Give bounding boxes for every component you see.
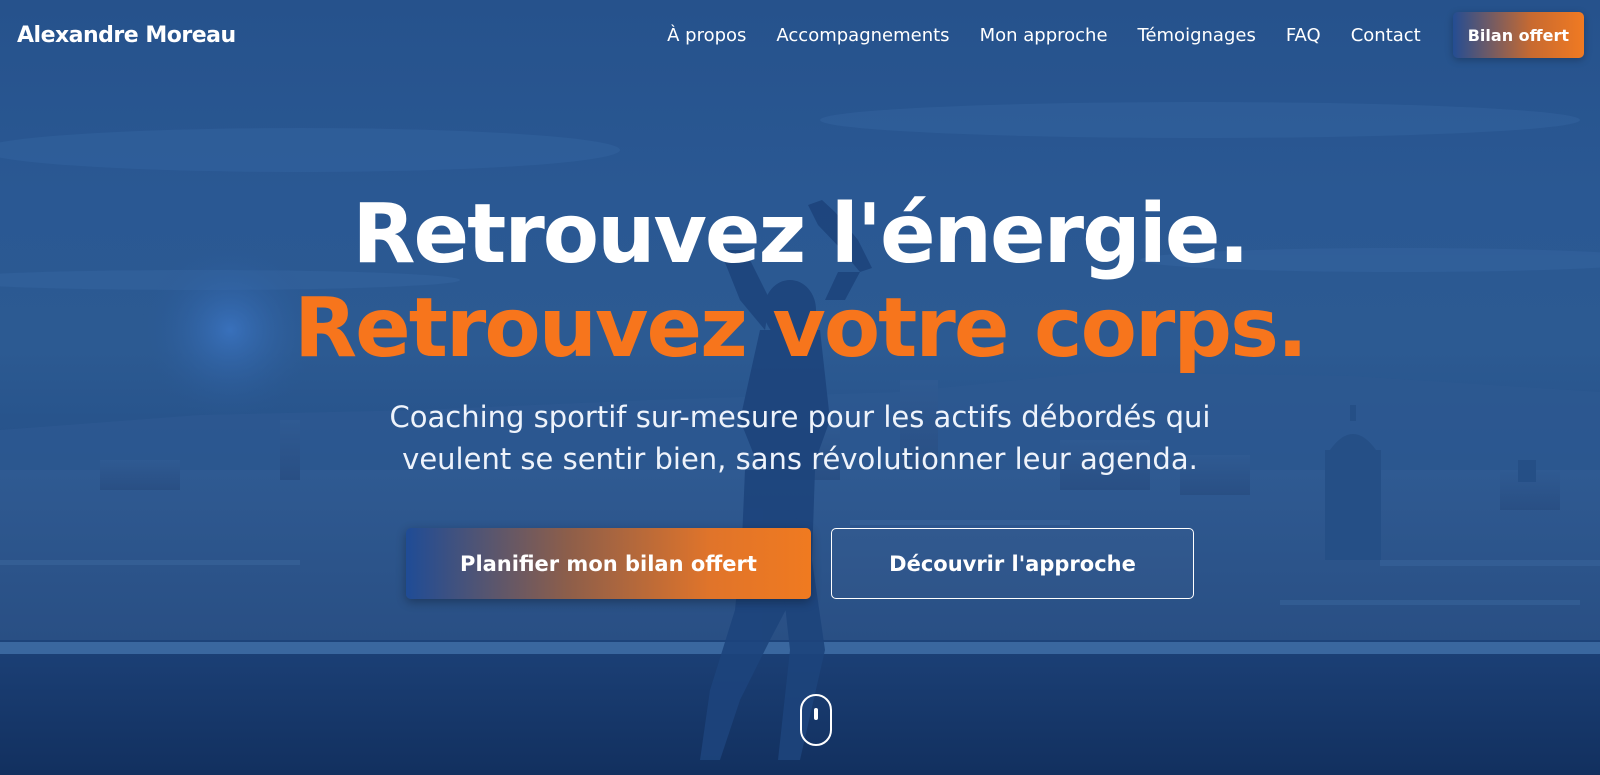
mouse-scroll-icon[interactable] <box>800 694 832 746</box>
hero-subtitle-line1: Coaching sportif sur-mesure pour les act… <box>389 400 1211 434</box>
nav-link-testimonials[interactable]: Témoignages <box>1138 25 1256 46</box>
hero-subtitle-line2: veulent se sentir bien, sans révolutionn… <box>402 442 1198 476</box>
nav-link-approach[interactable]: Mon approche <box>980 25 1108 46</box>
top-navigation: Alexandre Moreau À propos Accompagnement… <box>0 0 1600 70</box>
plan-free-assessment-button[interactable]: Planifier mon bilan offert <box>406 528 811 599</box>
hero-headline-line1: Retrouvez l'énergie. <box>352 187 1249 282</box>
nav-link-contact[interactable]: Contact <box>1351 25 1421 46</box>
hero-headline: Retrouvez l'énergie. Retrouvez votre cor… <box>0 188 1600 376</box>
hero-section: Alexandre Moreau À propos Accompagnement… <box>0 0 1600 775</box>
scroll-wheel <box>814 708 818 720</box>
hero-headline-line2: Retrouvez votre corps. <box>293 281 1308 376</box>
hero-subtitle: Coaching sportif sur-mesure pour les act… <box>300 396 1300 480</box>
nav-link-faq[interactable]: FAQ <box>1286 25 1321 46</box>
nav-link-services[interactable]: Accompagnements <box>776 25 949 46</box>
discover-approach-button[interactable]: Découvrir l'approche <box>831 528 1194 599</box>
hero-background-image <box>0 102 1600 775</box>
nav-cta-free-assessment-button[interactable]: Bilan offert <box>1452 12 1584 58</box>
brand-logo-text[interactable]: Alexandre Moreau <box>17 23 236 48</box>
nav-links: À propos Accompagnements Mon approche Té… <box>637 12 1584 58</box>
nav-link-about[interactable]: À propos <box>667 25 746 46</box>
